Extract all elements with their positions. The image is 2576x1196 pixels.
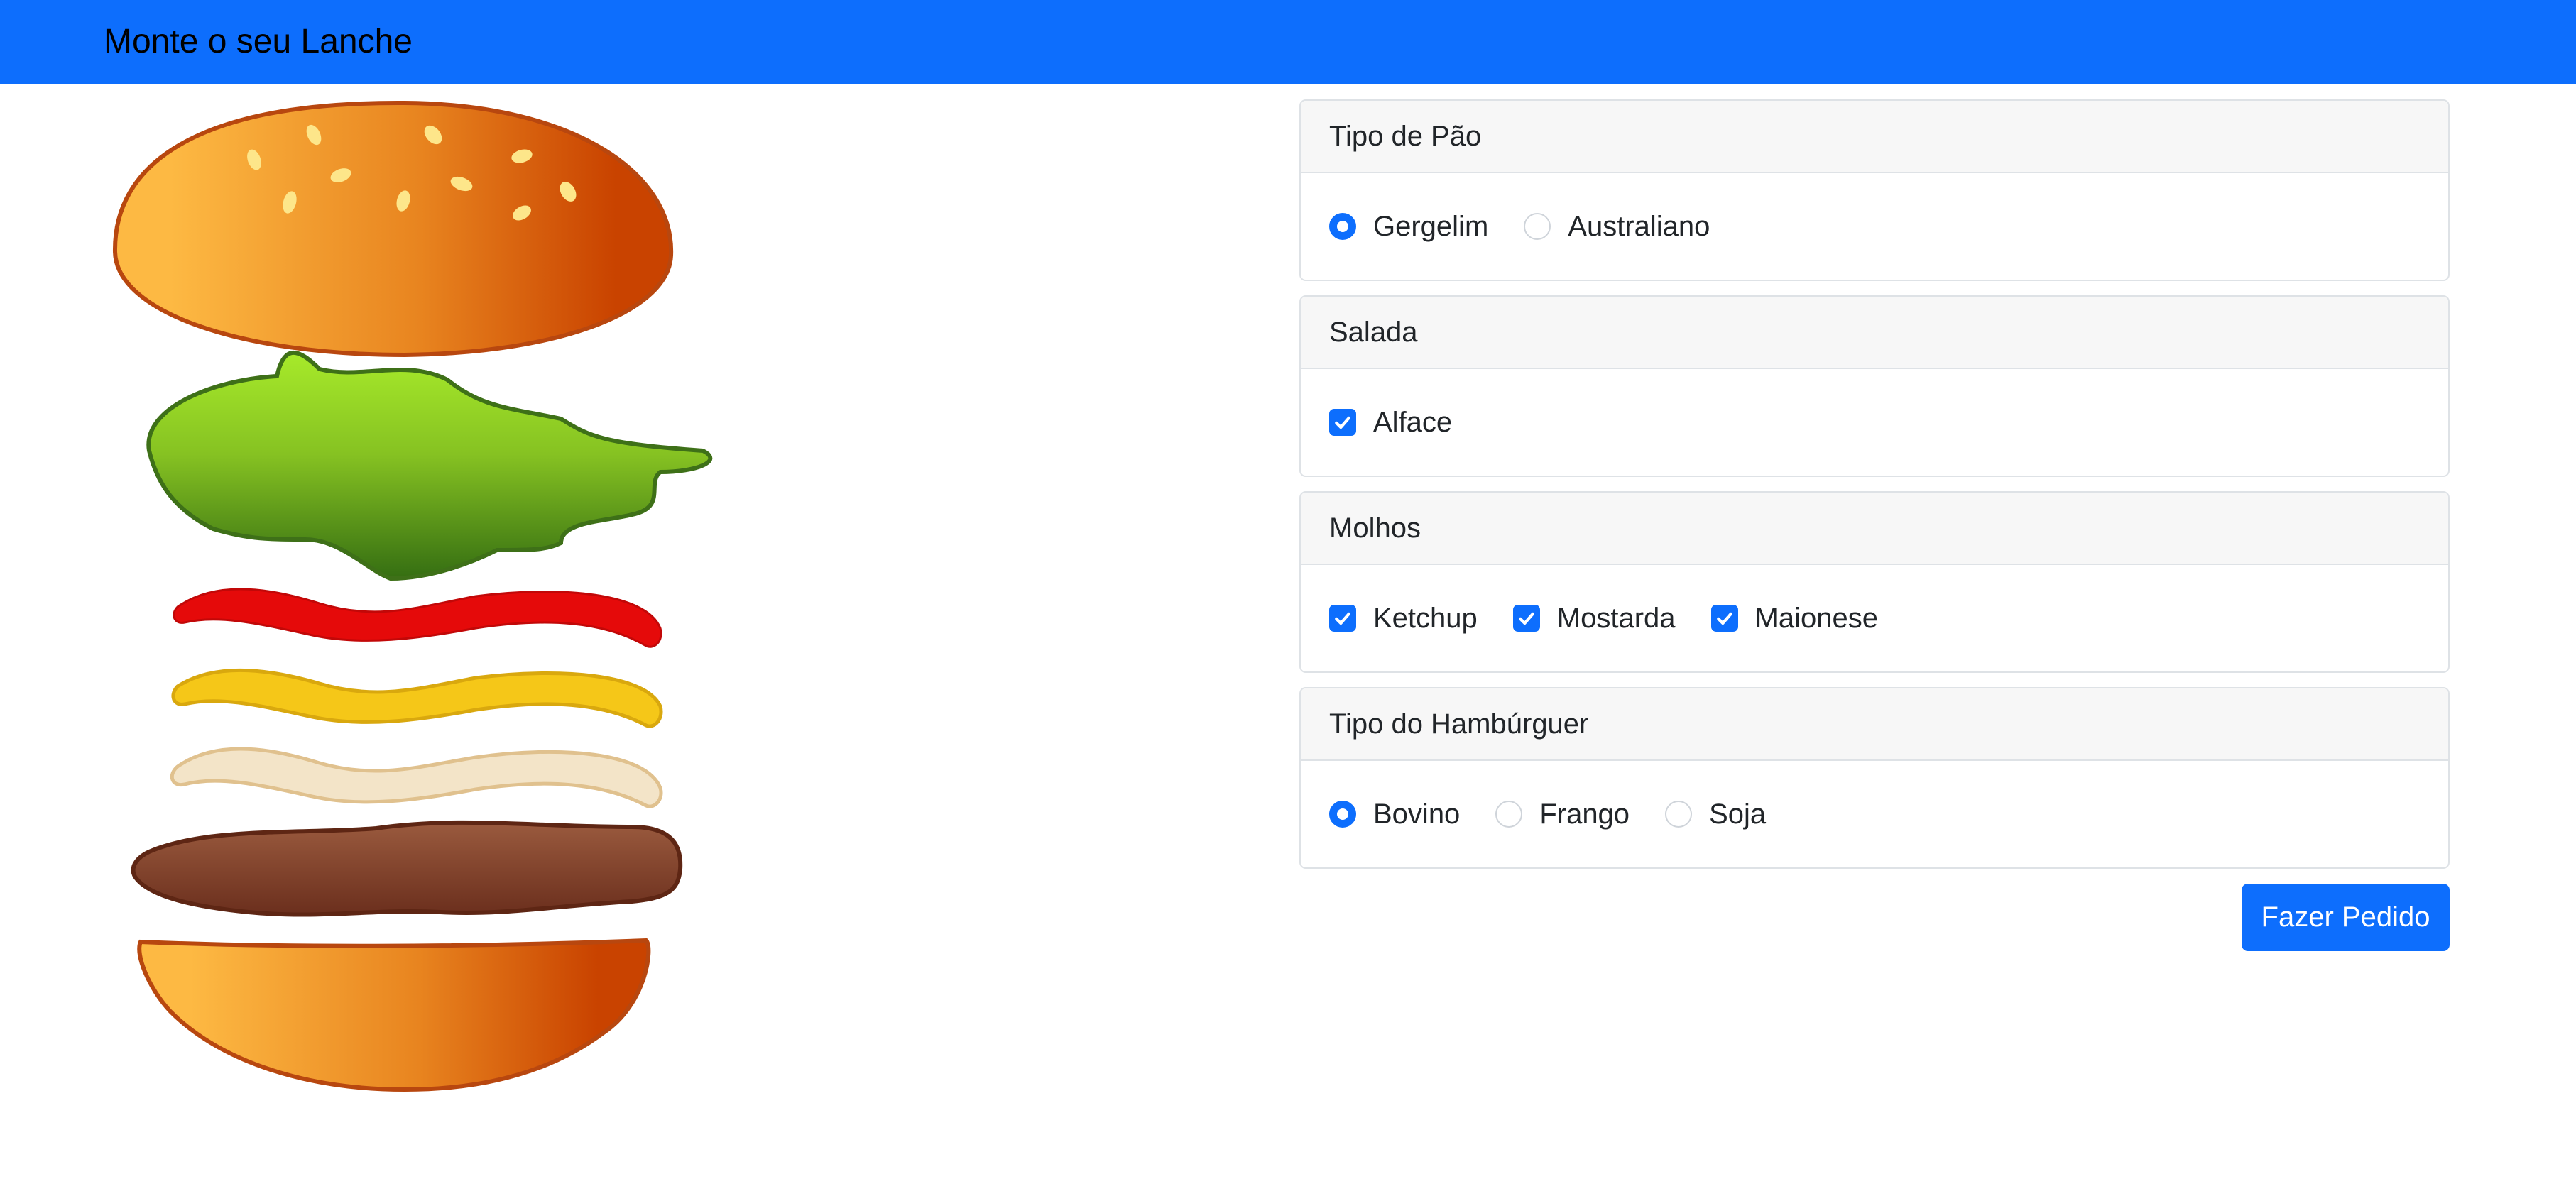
option-label: Mostarda: [1556, 602, 1676, 634]
option-label: Ketchup: [1373, 602, 1478, 634]
checkbox-checked[interactable]: [1710, 605, 1738, 632]
option-label: Bovino: [1373, 798, 1461, 830]
option-label: Alface: [1373, 406, 1453, 438]
radio-selected[interactable]: [1329, 213, 1356, 240]
mayonnaise: [170, 747, 663, 808]
bread-type-card: Tipo de Pão Gergelim Australiano: [1299, 99, 2450, 281]
checkbox-checked[interactable]: [1329, 605, 1356, 632]
burger-image: [112, 100, 713, 1092]
burger-option-bovino[interactable]: Bovino: [1329, 799, 1460, 830]
checkbox-checked[interactable]: [1329, 409, 1356, 436]
mustard: [171, 668, 663, 728]
check-icon: [1335, 612, 1350, 625]
option-label: Australiano: [1568, 210, 1710, 242]
radio-unselected[interactable]: [1495, 801, 1523, 828]
sauces-options: Ketchup Mostarda Maionese: [1301, 565, 2448, 671]
salad-card: Salada Alface: [1299, 295, 2450, 477]
radio-unselected[interactable]: [1665, 801, 1693, 828]
option-label: Soja: [1709, 798, 1767, 830]
salad-options: Alface: [1301, 369, 2448, 476]
radio-selected[interactable]: [1329, 801, 1356, 828]
beef-patty: [131, 820, 683, 917]
place-order-button[interactable]: Fazer Pedido: [2242, 884, 2450, 951]
option-label: Maionese: [1754, 602, 1878, 634]
option-label: Frango: [1539, 798, 1630, 830]
bread-type-header: Tipo de Pão: [1301, 101, 2448, 173]
sauce-option-ketchup[interactable]: Ketchup: [1329, 603, 1478, 635]
salad-header: Salada: [1301, 297, 2448, 369]
burger-type-header: Tipo do Hambúrguer: [1301, 688, 2448, 761]
sauces-header: Molhos: [1301, 493, 2448, 565]
burger-type-card: Tipo do Hambúrguer Bovino Frango Soja: [1299, 687, 2450, 869]
ketchup: [173, 588, 662, 648]
sauce-option-maionese[interactable]: Maionese: [1710, 602, 1878, 635]
bread-type-options: Gergelim Australiano: [1301, 173, 2448, 280]
bun-top: [112, 100, 674, 358]
checkbox-checked[interactable]: [1512, 605, 1540, 632]
burger-illustration: [107, 96, 731, 1104]
salad-option-alface[interactable]: Alface: [1329, 407, 1452, 439]
sauce-option-mostarda[interactable]: Mostarda: [1512, 602, 1676, 635]
burger-type-options: Bovino Frango Soja: [1301, 761, 2448, 867]
check-icon: [1716, 612, 1732, 625]
bun-bottom: [137, 938, 651, 1092]
lettuce: [146, 350, 713, 581]
page-title: Monte o seu Lanche: [104, 23, 413, 60]
option-label: Gergelim: [1373, 210, 1489, 242]
check-icon: [1335, 416, 1350, 429]
burger-option-frango[interactable]: Frango: [1495, 799, 1630, 830]
top-navbar: Monte o seu Lanche: [0, 0, 2576, 84]
bread-option-australiano[interactable]: Australiano: [1524, 211, 1710, 243]
bread-option-gergelim[interactable]: Gergelim: [1329, 211, 1488, 243]
sauces-card: Molhos Ketchup Mostarda Maionese: [1299, 491, 2450, 673]
burger-option-soja[interactable]: Soja: [1665, 799, 1766, 830]
check-icon: [1518, 612, 1534, 625]
radio-unselected[interactable]: [1524, 213, 1551, 240]
